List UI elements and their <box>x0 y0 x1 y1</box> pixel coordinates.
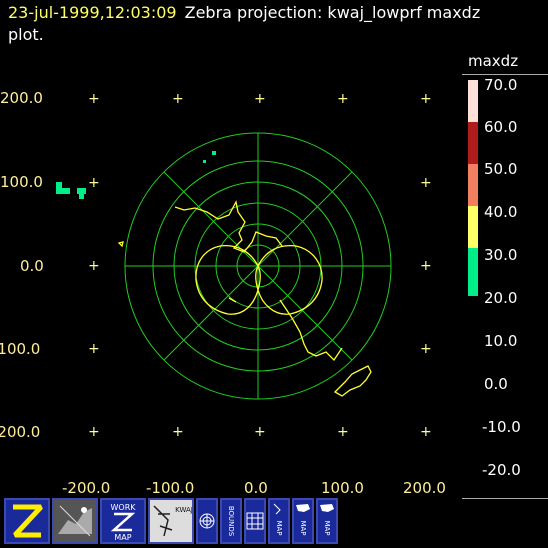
x-axis-label: 200.0 <box>403 479 446 497</box>
map-icon[interactable]: MAP <box>268 498 290 544</box>
legend-label: -10.0 <box>482 418 521 436</box>
plot-title-line2: plot. <box>8 25 44 44</box>
range-rings-icon[interactable] <box>196 498 218 544</box>
legend-swatch <box>468 122 478 164</box>
map-vertical-label: MAP <box>299 520 307 535</box>
map-vertical-label: MAP <box>275 520 283 535</box>
y-axis-label: -200.0 <box>0 423 41 441</box>
y-axis-label: 200.0 <box>0 89 43 107</box>
map-vertical-label: MAP <box>323 520 331 535</box>
legend-divider <box>462 74 548 75</box>
legend-label: -20.0 <box>482 461 521 479</box>
echo-patch <box>56 182 62 194</box>
radar-plot[interactable] <box>0 0 548 548</box>
legend-label: 50.0 <box>484 160 518 178</box>
legend-swatch <box>468 206 478 248</box>
legend-label: 10.0 <box>484 332 518 350</box>
legend-label: 40.0 <box>484 203 518 221</box>
island-west <box>117 241 124 248</box>
bounds-icon[interactable]: BOUNDS <box>220 498 242 544</box>
grid-icon[interactable] <box>244 498 266 544</box>
echo-patch <box>79 194 84 199</box>
x-axis-label: -100.0 <box>146 479 195 497</box>
us-map-2-icon[interactable]: MAP <box>316 498 338 544</box>
bounds-label: BOUNDS <box>227 506 235 537</box>
coastline-north <box>174 200 283 253</box>
y-axis-label: 0.0 <box>20 257 44 275</box>
grid-marker: + <box>420 341 432 357</box>
y-axis-label: 100.0 <box>0 173 43 191</box>
legend-label: 20.0 <box>484 289 518 307</box>
plot-title: 23-jul-1999,12:03:09 Zebra projection: kw… <box>8 2 480 46</box>
coastline-fragment <box>228 297 237 303</box>
work-z-map-icon[interactable]: WORK MAP <box>100 498 146 544</box>
kwaj-map-icon[interactable]: KWAJ <box>148 498 194 544</box>
x-axis-label: -200.0 <box>62 479 111 497</box>
legend-label: 60.0 <box>484 118 518 136</box>
legend-label: 70.0 <box>484 76 518 94</box>
y-axis-label: -100.0 <box>0 340 41 358</box>
grid-marker: + <box>88 91 100 107</box>
echo-patch <box>203 160 206 163</box>
echo-patches <box>56 151 216 199</box>
legend-swatch <box>468 248 478 296</box>
plot-timestamp: 23-jul-1999,12:03:09 <box>8 3 177 22</box>
grid-marker: + <box>420 424 432 440</box>
grid-marker: + <box>420 91 432 107</box>
plot-description: Zebra projection: kwaj_lowprf maxdz <box>184 3 481 22</box>
zebra-logo-icon[interactable] <box>4 498 50 544</box>
kwaj-label: KWAJ <box>175 506 192 514</box>
grid-marker: + <box>254 91 266 107</box>
us-map-icon[interactable]: MAP <box>292 498 314 544</box>
figure-eight-right <box>255 244 323 315</box>
grid-marker: + <box>88 424 100 440</box>
grid-marker: + <box>172 91 184 107</box>
grid-marker: + <box>337 91 349 107</box>
icon-toolbar: WORK MAP KWAJ BOUNDS MAP MAP MAP <box>4 498 338 544</box>
legend-title: maxdz <box>468 52 519 70</box>
legend-swatch <box>468 80 478 122</box>
legend-swatch <box>468 164 478 206</box>
x-axis-label: 100.0 <box>321 479 364 497</box>
coastline-overlay <box>117 200 372 397</box>
grid-marker: + <box>254 424 266 440</box>
grid-marker: + <box>420 175 432 191</box>
echo-patch <box>212 151 216 155</box>
work-label: WORK <box>110 503 136 512</box>
grid-marker: + <box>337 424 349 440</box>
legend-divider <box>462 498 548 499</box>
satellite-image-icon[interactable] <box>52 498 98 544</box>
grid-marker: + <box>88 258 100 274</box>
grid-marker: + <box>88 175 100 191</box>
x-axis-label: 0.0 <box>244 479 268 497</box>
grid-marker: + <box>172 424 184 440</box>
echo-patch <box>77 188 86 194</box>
legend-label: 0.0 <box>484 375 508 393</box>
grid-marker: + <box>88 341 100 357</box>
coastline-east <box>279 299 343 362</box>
grid-marker: + <box>420 258 432 274</box>
echo-patch <box>62 188 70 194</box>
map-label: MAP <box>114 533 131 542</box>
figure-eight-left <box>195 244 261 315</box>
legend-label: 30.0 <box>484 246 518 264</box>
